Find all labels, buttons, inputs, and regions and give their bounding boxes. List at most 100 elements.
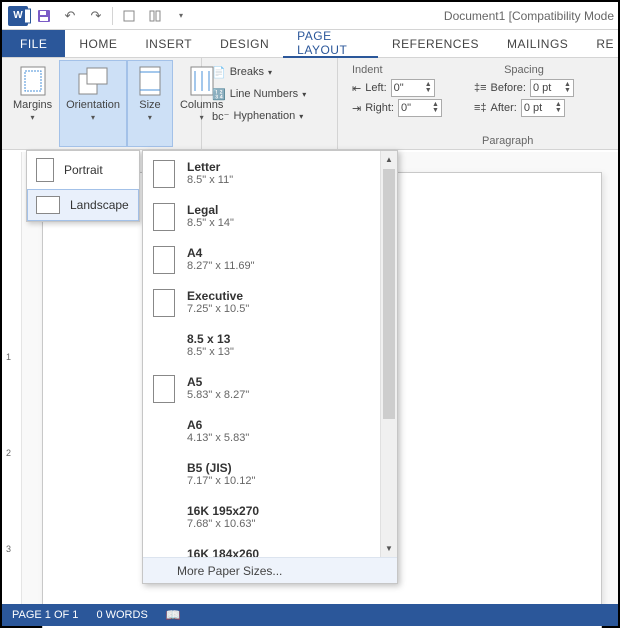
vruler-mark: 1 [6,352,11,362]
line-numbers-button[interactable]: 🔢Line Numbers▾ [208,84,331,104]
size-menu: Letter8.5" x 11"Legal8.5" x 14"A48.27" x… [142,150,398,584]
tab-insert[interactable]: INSERT [131,30,206,57]
spacing-after-icon: ≡‡ [474,102,487,114]
orientation-icon [77,65,109,97]
breaks-button[interactable]: 📄Breaks▾ [208,62,331,82]
size-name: A5 [187,375,249,389]
size-label: Size [139,99,160,111]
status-page[interactable]: PAGE 1 OF 1 [12,609,78,621]
size-name: 16K 184x260 [187,547,259,557]
more-paper-sizes[interactable]: More Paper Sizes... [143,557,397,583]
size-option-8-5-x-13[interactable]: 8.5 x 138.5" x 13" [143,327,397,370]
page-icon [153,160,175,188]
orientation-landscape[interactable]: Landscape [27,189,139,221]
tab-review[interactable]: RE [582,30,618,57]
redo-button[interactable]: ↷ [84,4,108,28]
size-dim: 8.27" x 11.69" [187,260,255,273]
indent-title: Indent [352,64,442,78]
size-option-a4[interactable]: A48.27" x 11.69" [143,241,397,284]
spacing-after-input[interactable]: 0 pt▲▼ [521,99,565,117]
page-icon [153,504,175,532]
orientation-button[interactable]: Orientation ▾ [59,60,127,147]
spacing-before-icon: ‡≡ [474,82,487,94]
size-dim: 4.13" x 5.83" [187,432,249,445]
margins-label: Margins [13,99,52,111]
chevron-down-icon: ▾ [148,113,152,122]
size-option-executive[interactable]: Executive7.25" x 10.5" [143,284,397,327]
landscape-icon [36,196,60,214]
portrait-icon [36,158,54,182]
size-option-legal[interactable]: Legal8.5" x 14" [143,198,397,241]
breaks-icon: 📄 [212,66,226,79]
page-icon [153,375,175,403]
size-option-b5-jis-[interactable]: B5 (JIS)7.17" x 10.12" [143,456,397,499]
vruler-mark: 3 [6,544,11,554]
margins-icon [17,65,49,97]
size-dim: 7.17" x 10.12" [187,475,255,488]
size-option-letter[interactable]: Letter8.5" x 11" [143,155,397,198]
size-name: A4 [187,246,255,260]
spacing-before-input[interactable]: 0 pt▲▼ [530,79,574,97]
orientation-portrait[interactable]: Portrait [27,151,139,189]
document-title: Document1 [Compatibility Mode [444,9,614,23]
hyphenation-icon: bc⁻ [212,110,229,123]
size-name: Executive [187,289,249,303]
size-option-a6[interactable]: A64.13" x 5.83" [143,413,397,456]
indent-right-label: Right: [365,102,394,114]
line-numbers-label: Line Numbers [230,88,298,100]
chevron-down-icon: ▾ [31,113,35,122]
size-dim: 8.5" x 14" [187,217,234,230]
indent-left-icon: ⇤ [352,82,361,95]
tab-file[interactable]: FILE [2,30,65,57]
save-button[interactable] [32,4,56,28]
indent-left-input[interactable]: 0"▲▼ [391,79,435,97]
hyphenation-button[interactable]: bc⁻Hyphenation▾ [208,106,331,126]
size-option-a5[interactable]: A55.83" x 8.27" [143,370,397,413]
vertical-ruler[interactable]: 1 2 3 [2,152,22,604]
spacing-before-label: Before: [491,82,526,94]
chevron-down-icon: ▾ [91,113,95,122]
scroll-up-button[interactable]: ▲ [381,151,397,168]
line-numbers-icon: 🔢 [212,88,226,101]
size-name: A6 [187,418,249,432]
tab-design[interactable]: DESIGN [206,30,283,57]
qat-overflow-1[interactable] [117,4,141,28]
page-icon [153,203,175,231]
margins-button[interactable]: Margins ▾ [6,60,59,147]
tab-home[interactable]: HOME [65,30,131,57]
size-option-16k-184x260[interactable]: 16K 184x2607.24" x 10.24" [143,542,397,557]
size-dim: 8.5" x 13" [187,346,234,359]
size-dim: 7.68" x 10.63" [187,518,259,531]
size-name: 8.5 x 13 [187,332,234,346]
status-spelling-icon[interactable]: 📖 [166,608,181,622]
tab-mailings[interactable]: MAILINGS [493,30,582,57]
page-icon [153,418,175,446]
tab-page-layout[interactable]: PAGE LAYOUT [283,30,378,58]
paragraph-group-label: Paragraph [482,135,533,147]
status-words[interactable]: 0 WORDS [96,609,147,621]
status-bar: PAGE 1 OF 1 0 WORDS 📖 [2,604,618,626]
page-icon [153,332,175,360]
size-button[interactable]: Size ▾ [127,60,173,147]
qat-overflow-2[interactable] [143,4,167,28]
scrollbar[interactable]: ▲ ▼ [380,151,397,557]
size-name: 16K 195x270 [187,504,259,518]
indent-right-input[interactable]: 0"▲▼ [398,99,442,117]
page-icon [153,547,175,557]
quick-access-toolbar: ↶ ↷ ▾ [32,4,193,28]
scroll-thumb[interactable] [383,169,395,419]
undo-button[interactable]: ↶ [58,4,82,28]
size-dim: 7.25" x 10.5" [187,303,249,316]
orientation-landscape-label: Landscape [70,198,129,212]
size-name: B5 (JIS) [187,461,255,475]
size-list: Letter8.5" x 11"Legal8.5" x 14"A48.27" x… [143,151,397,557]
word-app-icon: W [8,6,28,26]
size-option-16k-195x270[interactable]: 16K 195x2707.68" x 10.63" [143,499,397,542]
scroll-down-button[interactable]: ▼ [381,540,397,557]
vruler-mark: 2 [6,448,11,458]
title-bar: W ↶ ↷ ▾ Document1 [Compatibility Mode [2,2,618,30]
tab-references[interactable]: REFERENCES [378,30,493,57]
qat-customize[interactable]: ▾ [169,4,193,28]
spacing-after-label: After: [491,102,517,114]
page-icon [153,461,175,489]
